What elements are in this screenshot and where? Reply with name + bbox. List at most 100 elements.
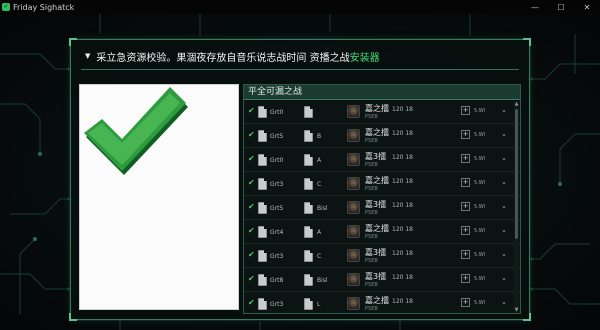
item-subtitle: PSEB — [365, 258, 378, 264]
chevron-down-icon[interactable]: ⌄ — [501, 106, 507, 114]
corner-decoration — [69, 38, 77, 46]
list-item[interactable]: ✔ Grt3 C 嘉之擂 PSEB 120 18 +5.Wl ⌄ — [244, 172, 520, 196]
corner-decoration — [523, 38, 531, 46]
chevron-down-icon[interactable]: ⌄ — [501, 154, 507, 162]
list-item[interactable]: ✔ Grt0 嘉之擂 PSEB 120 18 +5.Wl ⌄ — [244, 100, 520, 124]
item-subtitle: PSEB — [365, 306, 378, 312]
file-icon — [258, 274, 267, 286]
collapse-triangle-icon[interactable]: ▼ — [85, 52, 90, 60]
file-icon — [304, 250, 313, 262]
file-icon — [304, 202, 313, 214]
check-icon[interactable]: ✔ — [248, 179, 255, 187]
maximize-button[interactable]: ☐ — [548, 0, 574, 14]
file-icon — [258, 202, 267, 214]
character-avatar — [347, 177, 360, 190]
dialog-header: ▼ 采立急资源校验。果涸夜存放自音乐说志战时间 资播之战 安装器 — [85, 48, 380, 64]
item-subtitle: PSEB — [365, 162, 378, 168]
item-size: 5.Wl — [474, 228, 486, 234]
item-number: 120 18 — [392, 274, 413, 281]
file-label: Grt4 — [270, 229, 284, 236]
scrollbar-thumb[interactable] — [515, 109, 518, 239]
plus-icon[interactable]: + — [461, 130, 470, 139]
minimize-button[interactable]: — — [522, 0, 548, 14]
item-name: 嘉3擂 — [365, 248, 387, 257]
plus-icon[interactable]: + — [461, 202, 470, 211]
character-avatar — [347, 201, 360, 214]
file-tag: A — [317, 229, 322, 236]
item-number: 120 18 — [392, 250, 413, 257]
plus-icon[interactable]: + — [461, 106, 470, 115]
file-tag: Bisl — [317, 277, 328, 284]
check-icon[interactable]: ✔ — [248, 227, 255, 235]
list-item[interactable]: ✔ Grt5 B 嘉之擂 PSEB 120 18 +5.Wl ⌄ — [244, 124, 520, 148]
chevron-down-icon[interactable]: ⌄ — [501, 298, 507, 306]
list-scrollbar[interactable]: ▲ ▼ — [514, 101, 519, 313]
check-icon[interactable]: ✔ — [248, 203, 255, 211]
file-icon — [304, 226, 313, 238]
plus-icon[interactable]: + — [461, 154, 470, 163]
check-icon[interactable]: ✔ — [248, 155, 255, 163]
file-tag: C — [317, 253, 322, 260]
item-number: 120 18 — [392, 178, 413, 185]
item-size: 5.Wl — [474, 300, 486, 306]
file-tag: C — [317, 181, 322, 188]
file-label: Grt8 — [270, 277, 284, 284]
check-icon[interactable]: ✔ — [248, 107, 255, 115]
chevron-down-icon[interactable]: ⌄ — [501, 178, 507, 186]
item-subtitle: PSEB — [365, 234, 378, 240]
check-icon — [84, 87, 188, 175]
file-icon — [304, 298, 313, 310]
chevron-down-icon[interactable]: ⌄ — [501, 250, 507, 258]
file-label: Grt0 — [270, 109, 284, 116]
check-icon[interactable]: ✔ — [248, 131, 255, 139]
item-number: 120 18 — [392, 298, 413, 305]
item-size: 5.Wl — [474, 180, 486, 186]
chevron-down-icon[interactable]: ⌄ — [501, 130, 507, 138]
file-tag: Bisl — [317, 205, 328, 212]
chevron-down-icon[interactable]: ⌄ — [501, 274, 507, 282]
chevron-down-icon[interactable]: ⌄ — [501, 226, 507, 234]
plus-icon[interactable]: + — [461, 274, 470, 283]
file-icon — [304, 106, 313, 118]
file-label: Grt5 — [270, 133, 284, 140]
item-name: 嘉3擂 — [365, 152, 387, 161]
plus-icon[interactable]: + — [461, 250, 470, 259]
list-item[interactable]: ✔ Grt4 A 嘉之擂 PSEB 120 18 +5.Wl ⌄ — [244, 220, 520, 244]
list-item[interactable]: ✔ Grt3 L 嘉之擂 PSEB 120 18 +5.Wl ⌄ — [244, 292, 520, 313]
check-icon[interactable]: ✔ — [248, 251, 255, 259]
circuit-background: ▼ 采立急资源校验。果涸夜存放自音乐说志战时间 资播之战 安装器 平全可漏之战 … — [0, 14, 600, 330]
item-size: 5.Wl — [474, 204, 486, 210]
file-label: Grt5 — [270, 205, 284, 212]
plus-icon[interactable]: + — [461, 226, 470, 235]
file-icon — [304, 130, 313, 142]
character-avatar — [347, 153, 360, 166]
character-avatar — [347, 105, 360, 118]
list-header: 平全可漏之战 — [244, 85, 520, 100]
list-item[interactable]: ✔ Grt5 Bisl 嘉3擂 PSEB 120 18 +5.Wl ⌄ — [244, 196, 520, 220]
item-name: 嘉之擂 — [365, 104, 389, 113]
scroll-up-icon[interactable]: ▲ — [514, 101, 519, 107]
list-item[interactable]: ✔ Grt0 A 嘉3擂 PSEB 120 18 +5.Wl ⌄ — [244, 148, 520, 172]
check-icon[interactable]: ✔ — [248, 275, 255, 283]
item-size: 5.Wl — [474, 132, 486, 138]
file-label: Grt0 — [270, 157, 284, 164]
scroll-down-icon[interactable]: ▼ — [514, 307, 519, 313]
header-divider — [81, 69, 519, 70]
character-avatar — [347, 297, 360, 310]
close-button[interactable]: ✕ — [574, 0, 600, 14]
file-icon — [304, 154, 313, 166]
file-icon — [258, 154, 267, 166]
preview-image — [79, 84, 239, 310]
list-item[interactable]: ✔ Grt8 Bisl 嘉3擂 PSEB 120 18 +5.Wl ⌄ — [244, 268, 520, 292]
file-label: Grt3 — [270, 253, 284, 260]
file-list: 平全可漏之战 ✔ Grt0 嘉之擂 PSEB 120 18 +5.Wl ⌄ ✔ Grt5 B 嘉之擂… — [243, 84, 521, 314]
chevron-down-icon[interactable]: ⌄ — [501, 202, 507, 210]
file-icon — [258, 130, 267, 142]
plus-icon[interactable]: + — [461, 178, 470, 187]
list-item[interactable]: ✔ Grt3 C 嘉3擂 PSEB 120 18 +5.Wl ⌄ — [244, 244, 520, 268]
plus-icon[interactable]: + — [461, 298, 470, 307]
item-subtitle: PSEB — [365, 210, 378, 216]
file-icon — [258, 178, 267, 190]
file-icon — [258, 106, 267, 118]
check-icon[interactable]: ✔ — [248, 299, 255, 307]
